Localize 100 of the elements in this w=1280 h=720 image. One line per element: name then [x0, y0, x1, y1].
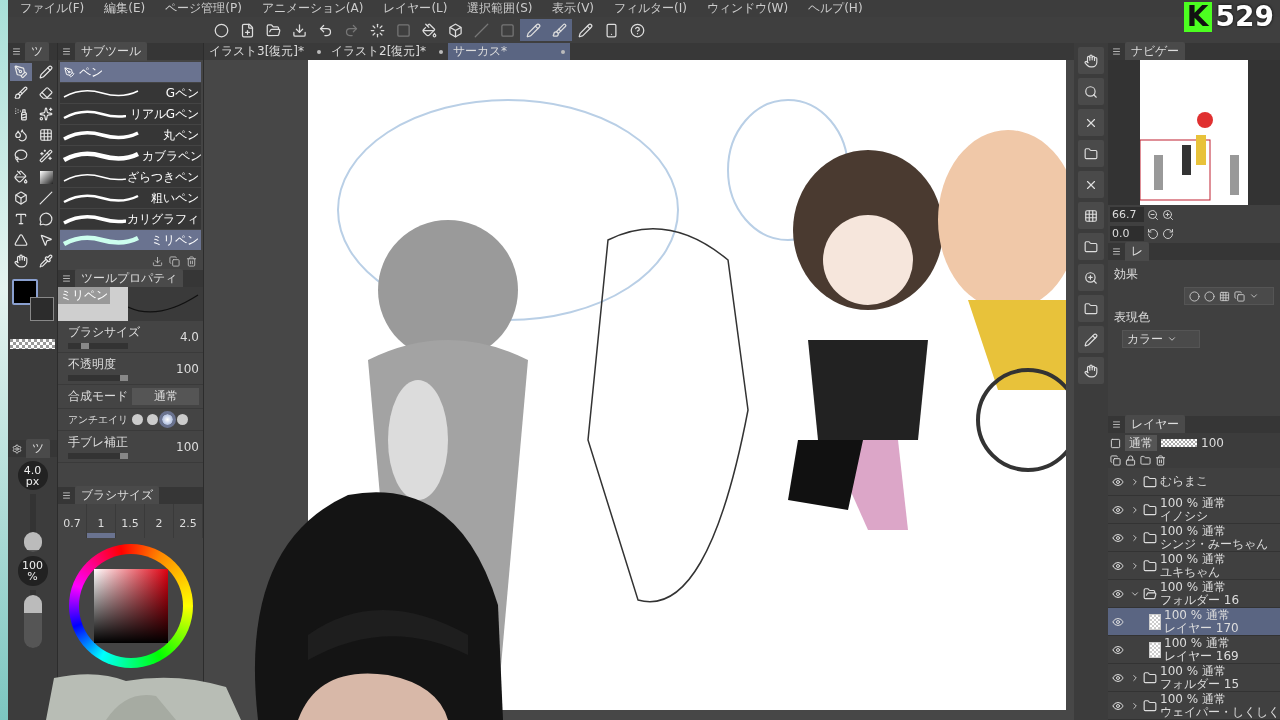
menu-item[interactable]: ヘルプ(H): [808, 0, 863, 17]
layer-row[interactable]: 100 % 通常 シンジ・みーちゃん: [1108, 524, 1280, 552]
brush-size-option[interactable]: 1.5: [116, 504, 145, 538]
layer-row[interactable]: 100 % 通常 レイヤー 170: [1108, 608, 1280, 636]
menu-item[interactable]: フィルター(I): [614, 0, 687, 17]
expand-icon[interactable]: [1130, 504, 1140, 515]
property-slider[interactable]: [68, 343, 128, 349]
side-panel-button[interactable]: [1078, 264, 1104, 291]
eye-icon[interactable]: [1112, 503, 1124, 516]
menu-item[interactable]: ファイル(F): [20, 0, 85, 17]
rotate-left-icon[interactable]: [1147, 227, 1159, 240]
eye-icon[interactable]: [1112, 559, 1124, 572]
expand-icon[interactable]: [1130, 532, 1140, 543]
lock-icon[interactable]: [1125, 455, 1136, 466]
color-mode-select[interactable]: カラー: [1122, 330, 1200, 348]
panel-tab[interactable]: ツ: [26, 439, 50, 458]
rotate-right-icon[interactable]: [1162, 227, 1174, 240]
slider-thumb[interactable]: [120, 453, 128, 459]
eye-icon[interactable]: [1112, 587, 1124, 600]
property-slider[interactable]: [68, 375, 128, 381]
subtool-item[interactable]: Gペン: [60, 83, 201, 103]
blend-mode-select[interactable]: 通常: [132, 388, 199, 405]
side-panel-button[interactable]: [1078, 47, 1104, 74]
menu-icon[interactable]: [62, 274, 71, 283]
menu-item[interactable]: 表示(V): [552, 0, 595, 17]
menu-icon[interactable]: [1112, 47, 1121, 56]
layer-row[interactable]: 100 % 通常 ウェイパー・しくしく: [1108, 692, 1280, 720]
menu-item[interactable]: 編集(E): [104, 0, 146, 17]
layer-row[interactable]: 100 % 通常 レイヤー 169: [1108, 636, 1280, 664]
expand-icon[interactable]: [1130, 700, 1140, 711]
tool-button[interactable]: [10, 63, 32, 81]
layer-row[interactable]: 100 % 通常 フォルダー 16: [1108, 580, 1280, 608]
subtool-item[interactable]: ミリペン: [60, 230, 201, 250]
side-panel-button[interactable]: [1078, 295, 1104, 322]
eye-icon[interactable]: [1112, 671, 1124, 684]
layer-row[interactable]: 100 % 通常 イノシシ: [1108, 496, 1280, 524]
zoom-field[interactable]: 66.7: [1110, 207, 1144, 222]
delete-icon[interactable]: [186, 255, 197, 267]
opacity-value[interactable]: 100: [1201, 436, 1224, 450]
folder-icon[interactable]: [1140, 455, 1151, 466]
import-icon[interactable]: [152, 255, 163, 267]
expand-icon[interactable]: [1130, 476, 1140, 487]
eye-icon[interactable]: [1112, 615, 1124, 628]
menu-icon[interactable]: [62, 47, 71, 56]
eye-icon[interactable]: [1112, 475, 1124, 488]
menu-item[interactable]: ウィンドウ(W): [706, 0, 789, 17]
side-panel-button[interactable]: [1078, 171, 1104, 198]
side-panel-button[interactable]: [1078, 357, 1104, 384]
effect-buttons[interactable]: [1184, 287, 1274, 305]
expand-icon[interactable]: [1130, 560, 1140, 571]
menu-icon[interactable]: [12, 47, 21, 56]
duplicate-icon[interactable]: [169, 255, 180, 267]
property-value[interactable]: 100: [176, 439, 199, 454]
layer-row[interactable]: 100 % 通常 ユキちゃん: [1108, 552, 1280, 580]
side-panel-button[interactable]: [1078, 140, 1104, 167]
panel-tab[interactable]: ツ: [25, 42, 49, 61]
rotation-field[interactable]: 0.0: [1110, 226, 1144, 241]
property-slider[interactable]: [68, 453, 128, 459]
transparent-color-swatch[interactable]: [10, 339, 55, 349]
color-square[interactable]: [93, 569, 168, 643]
menu-icon[interactable]: [1112, 420, 1121, 429]
toolbar-button[interactable]: [546, 19, 572, 41]
document-tab[interactable]: サーカス*: [448, 43, 570, 60]
subtool-item[interactable]: 粗いペン: [60, 188, 201, 208]
expand-icon[interactable]: [1130, 672, 1140, 683]
brush-size-option[interactable]: 1: [87, 504, 116, 538]
antialias-option[interactable]: [177, 414, 188, 425]
panel-tab[interactable]: サブツール: [75, 42, 147, 61]
side-panel-button[interactable]: [1078, 78, 1104, 105]
slider-thumb[interactable]: [120, 375, 128, 381]
delete-icon[interactable]: [1155, 455, 1166, 466]
eye-icon[interactable]: [1112, 531, 1124, 544]
menu-item[interactable]: ページ管理(P): [165, 0, 242, 17]
panel-tab[interactable]: レ: [1125, 242, 1149, 261]
subtool-group[interactable]: ペン: [60, 62, 201, 82]
antialias-option[interactable]: [147, 414, 158, 425]
copy-icon[interactable]: [1110, 455, 1121, 466]
antialias-option[interactable]: [132, 414, 143, 425]
subtool-item[interactable]: リアルGペン: [60, 104, 201, 124]
side-panel-button[interactable]: [1078, 326, 1104, 353]
menu-item[interactable]: レイヤー(L): [383, 0, 448, 17]
slider-thumb[interactable]: [81, 343, 89, 349]
menu-item[interactable]: 選択範囲(S): [467, 0, 533, 17]
subtool-item[interactable]: ざらつきペン: [60, 167, 201, 187]
subtool-item[interactable]: カブラペン: [60, 146, 201, 166]
menu-icon[interactable]: [62, 491, 71, 500]
eye-icon[interactable]: [1112, 699, 1124, 712]
property-value[interactable]: 100: [176, 361, 199, 376]
brush-size-option[interactable]: 2: [145, 504, 174, 538]
subtool-item[interactable]: 丸ペン: [60, 125, 201, 145]
main-color-swatch[interactable]: [12, 279, 38, 305]
blend-mode-select[interactable]: 通常: [1125, 435, 1157, 451]
side-panel-button[interactable]: [1078, 233, 1104, 260]
property-value[interactable]: 4.0: [179, 329, 199, 344]
slider-fill[interactable]: [23, 532, 42, 553]
toolbar-button[interactable]: [520, 19, 546, 41]
zoom-in-icon[interactable]: [1162, 208, 1174, 221]
menu-icon[interactable]: [1112, 247, 1121, 256]
menu-item[interactable]: アニメーション(A): [261, 0, 364, 17]
antialias-option[interactable]: [162, 414, 173, 425]
